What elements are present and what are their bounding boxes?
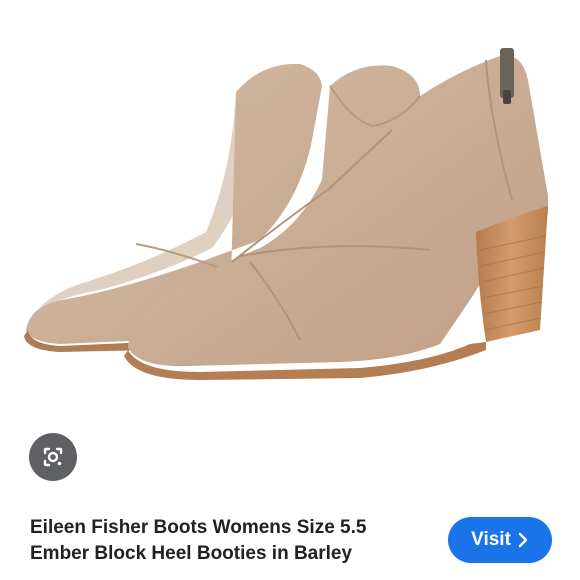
camera-search-icon [43, 447, 63, 467]
visit-button[interactable]: Visit [448, 517, 552, 563]
product-title[interactable]: Eileen Fisher Boots Womens Size 5.5 Embe… [30, 515, 430, 567]
product-title-line-2: Ember Block Heel Booties in Barley [30, 543, 353, 564]
right-boot [124, 48, 548, 380]
visit-label: Visit [471, 529, 511, 550]
shopping-result-card: Eileen Fisher Boots Womens Size 5.5 Embe… [0, 0, 580, 580]
lens-search-button[interactable] [29, 433, 77, 481]
product-image[interactable] [0, 0, 580, 500]
chevron-right-icon [518, 532, 528, 548]
product-title-line-1: Eileen Fisher Boots Womens Size 5.5 [30, 517, 367, 538]
